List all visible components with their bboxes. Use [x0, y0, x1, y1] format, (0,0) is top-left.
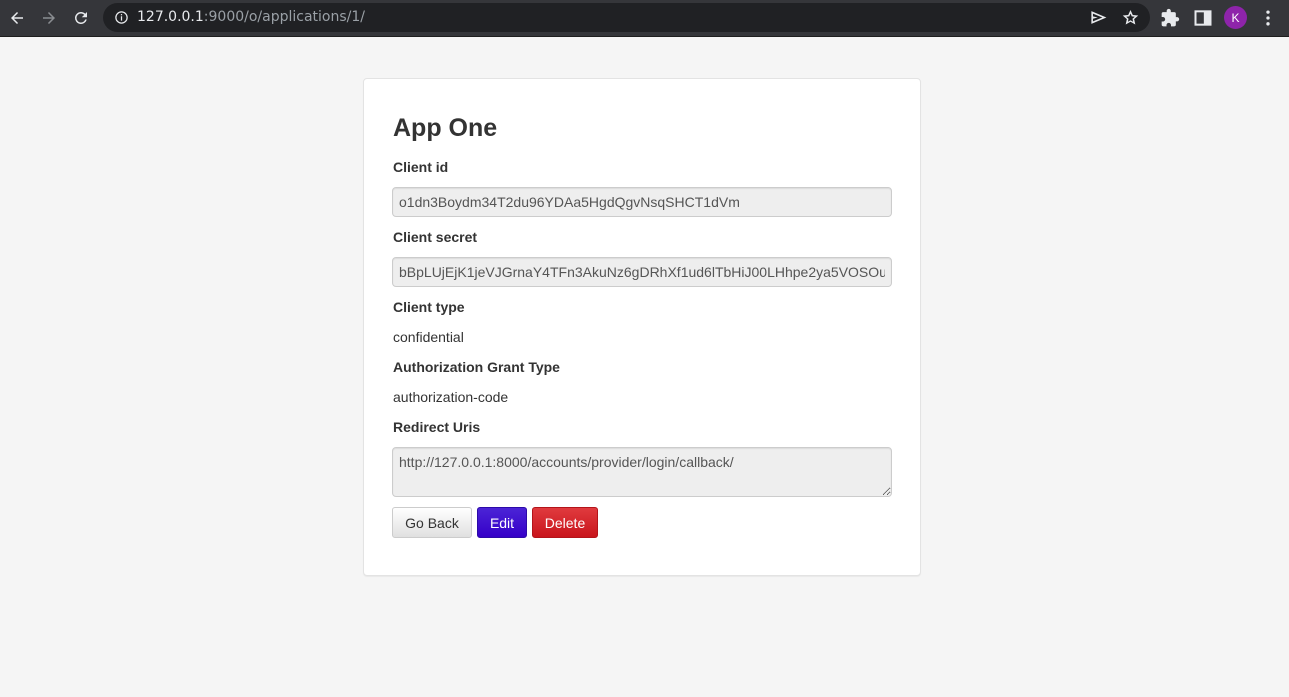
edit-button[interactable]: Edit: [477, 507, 527, 538]
profile-avatar[interactable]: K: [1224, 6, 1247, 29]
go-back-button[interactable]: Go Back: [392, 507, 472, 538]
address-bar[interactable]: 127.0.0.1:9000/o/applications/1/: [103, 3, 1150, 32]
reload-icon: [74, 11, 87, 24]
extensions-icon[interactable]: [1160, 8, 1180, 28]
client-secret-label: Client secret: [393, 229, 478, 245]
star-icon[interactable]: [1121, 8, 1140, 27]
application-card: App One Client id Client secret Client t…: [363, 78, 921, 576]
grant-type-value: authorization-code: [393, 389, 509, 405]
client-id-label: Client id: [393, 159, 449, 175]
client-id-field[interactable]: [392, 187, 892, 217]
info-icon[interactable]: [114, 10, 129, 25]
forward-arrow-icon: [43, 12, 55, 24]
url-path: :9000/o/applications/1/: [203, 9, 366, 25]
redirect-uris-label: Redirect Uris: [393, 419, 481, 435]
page-title: App One: [393, 114, 498, 142]
send-icon[interactable]: [1089, 8, 1108, 27]
back-arrow-icon: [11, 12, 23, 24]
back-button[interactable]: [4, 5, 30, 31]
url-host: 127.0.0.1: [137, 9, 204, 25]
forward-button[interactable]: [36, 5, 62, 31]
grant-type-label: Authorization Grant Type: [393, 359, 560, 375]
client-type-label: Client type: [393, 299, 465, 315]
more-vert-icon[interactable]: [1258, 8, 1278, 28]
delete-button[interactable]: Delete: [532, 507, 598, 538]
browser-toolbar: 127.0.0.1:9000/o/applications/1/ K: [0, 0, 1289, 37]
side-panel-icon[interactable]: [1193, 8, 1213, 28]
client-type-value: confidential: [393, 329, 464, 345]
url-text[interactable]: 127.0.0.1:9000/o/applications/1/: [137, 9, 365, 26]
reload-button[interactable]: [68, 5, 94, 31]
client-secret-field[interactable]: [392, 257, 892, 287]
redirect-uris-field[interactable]: http://127.0.0.1:8000/accounts/provider/…: [392, 447, 892, 497]
